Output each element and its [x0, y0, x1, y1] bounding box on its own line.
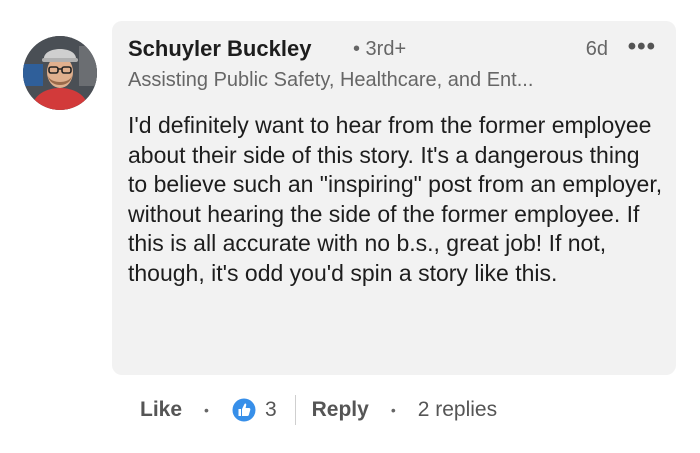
reaction-count[interactable]: 3 [231, 397, 277, 423]
author-name[interactable]: Schuyler Buckley [128, 36, 311, 62]
like-reaction-icon [231, 397, 257, 423]
comment-text: I'd definitely want to hear from the for… [128, 112, 663, 286]
comment-bubble: Schuyler Buckley • 3rd+ 6d ••• Assisting… [112, 21, 676, 375]
separator-dot: • [204, 402, 209, 418]
author-headline: Assisting Public Safety, Healthcare, and… [128, 69, 534, 91]
action-divider [294, 395, 296, 425]
view-replies-link[interactable]: 2 replies [418, 398, 497, 422]
like-button[interactable]: Like [140, 398, 182, 422]
profile-photo [23, 36, 97, 110]
comment-actions: Like • 3 Reply • 2 replies [140, 395, 497, 425]
avatar[interactable] [23, 36, 97, 110]
comment-timestamp: 6d [585, 38, 608, 60]
separator-dot-2: • [390, 402, 396, 418]
more-options-icon[interactable]: ••• [628, 35, 656, 59]
reply-button[interactable]: Reply [312, 398, 369, 422]
reaction-count-value: 3 [264, 398, 277, 421]
connection-degree: • 3rd+ [353, 38, 407, 60]
